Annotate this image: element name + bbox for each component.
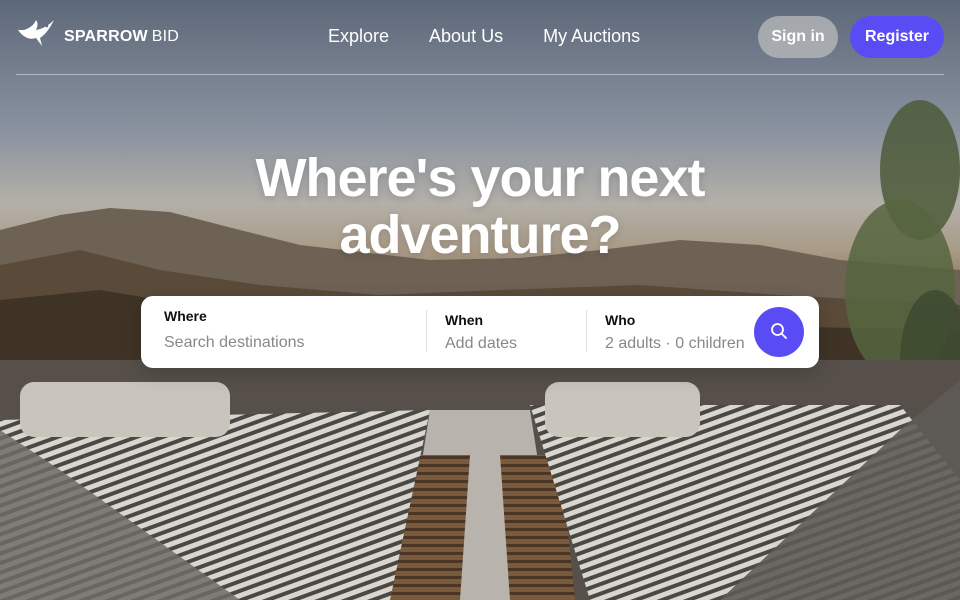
lounge-chairs-scene bbox=[0, 360, 960, 600]
where-label: Where bbox=[164, 308, 207, 324]
hero: SPARROW BID Explore About Us My Auctions … bbox=[0, 0, 960, 600]
headline-line-1: Where's your next bbox=[255, 148, 706, 208]
nav-link-my-auctions[interactable]: My Auctions bbox=[543, 26, 640, 47]
nav-link-about-us[interactable]: About Us bbox=[429, 26, 503, 47]
hero-headline: Where's your next adventure? bbox=[0, 150, 960, 264]
top-navigation: SPARROW BID Explore About Us My Auctions … bbox=[0, 0, 960, 75]
search-button[interactable] bbox=[754, 307, 804, 357]
search-icon bbox=[770, 322, 788, 343]
register-button[interactable]: Register bbox=[850, 16, 944, 58]
who-field[interactable]: Who 2 adults · 0 children bbox=[587, 296, 747, 368]
nav-divider bbox=[16, 74, 944, 75]
bird-icon bbox=[16, 18, 56, 55]
where-field[interactable]: Where bbox=[141, 296, 426, 368]
brand-suffix: BID bbox=[151, 27, 180, 45]
nav-link-explore[interactable]: Explore bbox=[328, 26, 389, 47]
who-label: Who bbox=[605, 312, 636, 328]
sign-in-button[interactable]: Sign in bbox=[758, 16, 838, 58]
when-field[interactable]: When bbox=[427, 296, 587, 368]
headline-line-2: adventure? bbox=[339, 205, 621, 265]
guests-value[interactable]: 2 adults · 0 children bbox=[605, 335, 745, 353]
brand-logo[interactable]: SPARROW BID bbox=[16, 18, 179, 55]
when-label: When bbox=[445, 312, 484, 328]
search-bar: Where When Who 2 adults · 0 children bbox=[141, 296, 819, 368]
nav-links: Explore About Us My Auctions bbox=[328, 26, 640, 47]
brand-name: SPARROW bbox=[64, 27, 148, 45]
where-input[interactable] bbox=[164, 334, 414, 352]
when-input[interactable] bbox=[445, 335, 575, 353]
